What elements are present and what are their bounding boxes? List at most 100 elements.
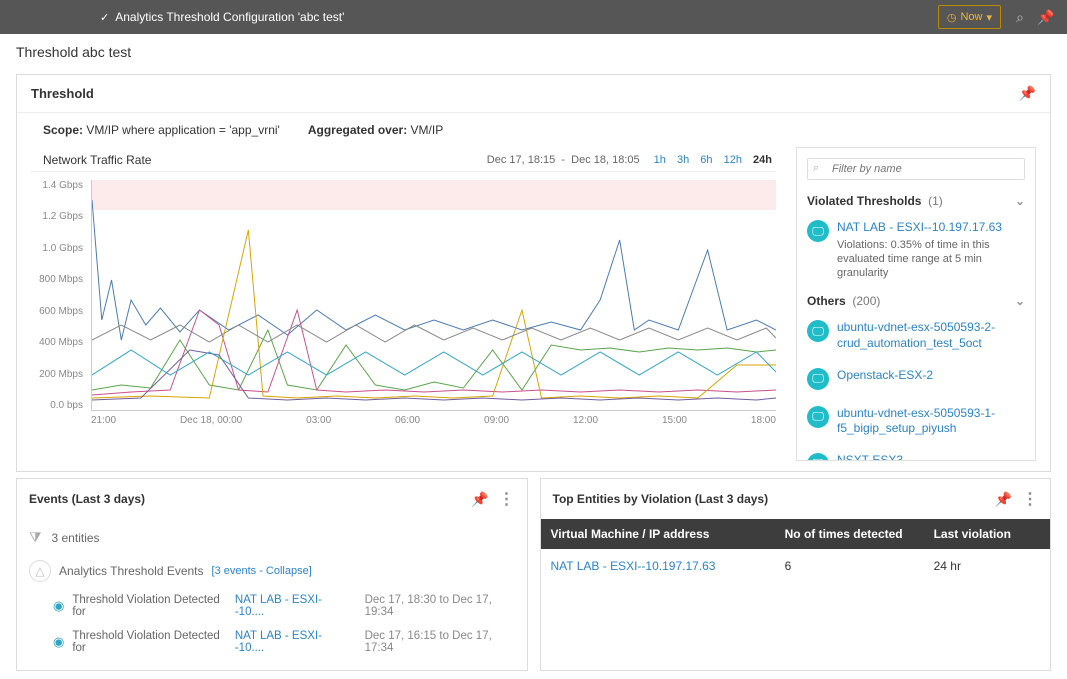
vm-icon: 🖵	[807, 220, 829, 242]
chart-area[interactable]: 1.4 Gbps 1.2 Gbps 1.0 Gbps 800 Mbps 600 …	[31, 171, 776, 431]
filter-input[interactable]	[807, 158, 1025, 180]
events-filter-row: ⧩ 3 entities	[29, 525, 515, 556]
other-item-name[interactable]: ubuntu-vdnet-esx-5050593-1-f5_bigip_setu…	[837, 406, 1025, 437]
more-icon[interactable]: ⋮	[499, 489, 515, 509]
event-link[interactable]: NAT LAB - ESXI--10....	[235, 594, 345, 618]
others-group-header[interactable]: Others (200) ⌄	[807, 290, 1025, 314]
page-title: Threshold abc test	[0, 34, 1067, 68]
other-item-name[interactable]: ubuntu-vdnet-esx-5050593-2-crud_automati…	[837, 320, 1025, 351]
alert-icon: △	[29, 560, 51, 582]
event-text: Threshold Violation Detected for	[72, 630, 227, 654]
range-12h[interactable]: 12h	[724, 154, 742, 166]
x-tick: 09:00	[484, 415, 509, 431]
other-item[interactable]: 🖵 ubuntu-vdnet-esx-5050593-2-crud_automa…	[807, 314, 1025, 361]
events-panel: Events (Last 3 days) 📌 ⋮ ⧩ 3 entities △ …	[16, 478, 528, 671]
chart-lines	[92, 180, 776, 410]
x-tick: 18:00	[751, 415, 776, 431]
other-item[interactable]: 🖵 Openstack-ESX-2	[807, 362, 1025, 400]
event-row[interactable]: ◉ Threshold Violation Detected for NAT L…	[29, 624, 515, 660]
y-tick: 0.0 bps	[31, 400, 89, 411]
violated-item[interactable]: 🖵 NAT LAB - ESXI--10.197.17.63 Violation…	[807, 214, 1025, 290]
row-last: 24 hr	[934, 559, 1040, 573]
other-item[interactable]: 🖵 NSXT-ESX3	[807, 447, 1025, 461]
y-tick: 200 Mbps	[31, 369, 89, 380]
entity-side-panel: ⌕ Violated Thresholds (1) ⌄ 🖵 NAT LAB - …	[796, 147, 1036, 461]
aggregated-label: Aggregated over:	[308, 123, 407, 137]
violated-count: (1)	[928, 194, 943, 208]
y-tick: 800 Mbps	[31, 274, 89, 285]
chevron-down-icon[interactable]: ⌄	[1015, 294, 1025, 308]
vm-icon: 🖵	[807, 320, 829, 342]
violation-icon: ◉	[53, 598, 64, 614]
y-tick: 600 Mbps	[31, 306, 89, 317]
x-tick: 03:00	[306, 415, 331, 431]
chart-range-selector: Dec 17, 18:15 - Dec 18, 18:05 1h 3h 6h 1…	[487, 154, 776, 166]
time-now-button[interactable]: ◷ Now ▾	[938, 5, 1001, 29]
funnel-icon[interactable]: ⧩	[29, 529, 42, 546]
violated-item-name[interactable]: NAT LAB - ESXI--10.197.17.63	[837, 220, 1025, 236]
events-group-row[interactable]: △ Analytics Threshold Events [3 events -…	[29, 556, 515, 588]
pin-icon[interactable]: 📌	[1019, 85, 1036, 102]
breadcrumb-title: Analytics Threshold Configuration 'abc t…	[115, 10, 344, 24]
events-group-label: Analytics Threshold Events	[59, 564, 204, 578]
check-icon: ✓	[100, 11, 109, 24]
x-tick: 21:00	[91, 415, 116, 431]
other-item-name[interactable]: Openstack-ESX-2	[837, 368, 933, 384]
breadcrumb: ✓ Analytics Threshold Configuration 'abc…	[100, 10, 344, 24]
more-icon[interactable]: ⋮	[1022, 489, 1038, 509]
col-vm: Virtual Machine / IP address	[551, 527, 785, 541]
range-24h[interactable]: 24h	[753, 154, 772, 166]
entities-count: 3 entities	[52, 531, 100, 545]
vm-icon: 🖵	[807, 368, 829, 390]
row-vm-link[interactable]: NAT LAB - ESXI--10.197.17.63	[551, 559, 716, 573]
range-3h[interactable]: 3h	[677, 154, 689, 166]
others-label: Others	[807, 294, 846, 308]
chart-title: Network Traffic Rate	[43, 153, 151, 167]
y-axis: 1.4 Gbps 1.2 Gbps 1.0 Gbps 800 Mbps 600 …	[31, 180, 89, 411]
event-time: Dec 17, 18:30 to Dec 17, 19:34	[365, 594, 515, 618]
scope-row: Scope: VM/IP where application = 'app_vr…	[17, 112, 1050, 147]
violated-group-header[interactable]: Violated Thresholds (1) ⌄	[807, 190, 1025, 214]
table-header: Virtual Machine / IP address No of times…	[541, 519, 1051, 549]
event-text: Threshold Violation Detected for	[72, 594, 227, 618]
events-title: Events (Last 3 days)	[29, 492, 145, 506]
vm-icon: 🖵	[807, 453, 829, 461]
event-row[interactable]: ◉ Threshold Violation Detected for NAT L…	[29, 588, 515, 624]
events-collapse-link[interactable]: [3 events - Collapse]	[212, 565, 312, 577]
pin-icon[interactable]: 📌	[995, 491, 1012, 508]
other-item[interactable]: 🖵 ubuntu-vdnet-esx-5050593-1-f5_bigip_se…	[807, 400, 1025, 447]
others-count: (200)	[852, 294, 880, 308]
chart-column: Network Traffic Rate Dec 17, 18:15 - Dec…	[31, 147, 776, 461]
y-tick: 1.2 Gbps	[31, 211, 89, 222]
search-icon[interactable]: ⌕	[1007, 5, 1033, 29]
plot-area	[91, 180, 776, 411]
table-row[interactable]: NAT LAB - ESXI--10.197.17.63 6 24 hr	[541, 549, 1051, 583]
vm-icon: 🖵	[807, 406, 829, 428]
range-1h[interactable]: 1h	[654, 154, 666, 166]
search-icon: ⌕	[813, 162, 819, 175]
pin-icon[interactable]: 📌	[471, 491, 488, 508]
x-tick: Dec 18, 00:00	[180, 415, 242, 431]
other-item-name[interactable]: NSXT-ESX3	[837, 453, 903, 461]
chevron-down-icon: ▾	[986, 11, 992, 24]
range-6h[interactable]: 6h	[700, 154, 712, 166]
violated-item-sub: Violations: 0.35% of time in this evalua…	[837, 238, 1025, 281]
violation-icon: ◉	[53, 634, 64, 650]
clock-icon: ◷	[947, 11, 957, 24]
x-tick: 15:00	[662, 415, 687, 431]
chart-to: Dec 18, 18:05	[571, 154, 640, 166]
event-link[interactable]: NAT LAB - ESXI--10....	[235, 630, 345, 654]
col-count: No of times detected	[785, 527, 934, 541]
col-last: Last violation	[934, 527, 1040, 541]
scope-value: VM/IP where application = 'app_vrni'	[86, 123, 279, 137]
top-entities-title: Top Entities by Violation (Last 3 days)	[553, 492, 769, 506]
aggregated-value: VM/IP	[411, 123, 444, 137]
chevron-down-icon[interactable]: ⌄	[1015, 194, 1025, 208]
time-now-label: Now	[960, 11, 982, 23]
pin-icon[interactable]: 📌	[1033, 5, 1059, 29]
x-tick: 12:00	[573, 415, 598, 431]
chart-from: Dec 17, 18:15	[487, 154, 556, 166]
y-tick: 400 Mbps	[31, 337, 89, 348]
row-count: 6	[785, 559, 934, 573]
violated-label: Violated Thresholds	[807, 194, 921, 208]
